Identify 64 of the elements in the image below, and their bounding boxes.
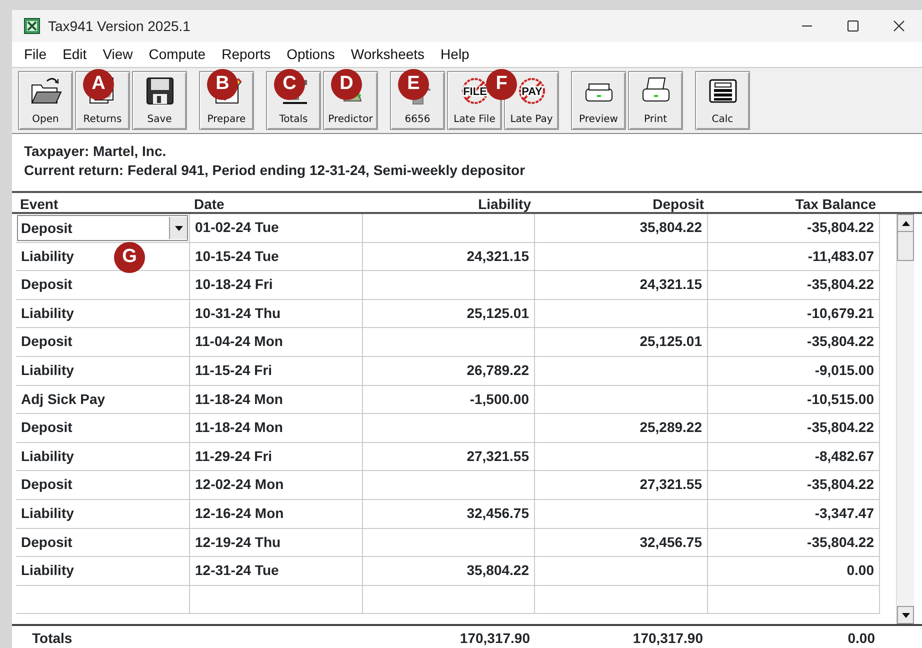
- total-value: 170,317.90: [458, 629, 531, 648]
- table-cell: Liability: [16, 300, 190, 328]
- column-header: Tax Balance: [794, 195, 877, 214]
- column-header: Event: [19, 195, 60, 214]
- table-cell: 11-29-24 Fri: [190, 442, 363, 472]
- table-cell: 11-04-24 Mon: [190, 328, 363, 357]
- current-return-label: Current return: Federal 941, Period ending 12-31-24, Semi-weekly depositor: [24, 161, 526, 180]
- table-cell: Liability: [16, 356, 190, 386]
- table-cell: 26,789.22: [363, 356, 535, 386]
- table-cell: 32,456.75: [535, 528, 708, 558]
- column-header: Date: [193, 195, 226, 214]
- taxpayer-label: Taxpayer: Martel, Inc.: [24, 142, 168, 161]
- table-cell: -11,483.07: [708, 242, 880, 272]
- table-cell: 11-18-24 Mon: [190, 414, 363, 443]
- table-cell: -35,804.22: [708, 528, 880, 558]
- table-cell: Deposit: [16, 328, 190, 357]
- table-cell: 01-02-24 Tue: [190, 214, 363, 243]
- table-cell: -35,804.22: [708, 271, 880, 300]
- table-cell: 24,321.15: [363, 242, 535, 272]
- table-cell: -35,804.22: [708, 328, 880, 357]
- column-header: Deposit: [652, 195, 705, 214]
- totals-label: Totals: [31, 629, 74, 648]
- table-cell: 32,456.75: [363, 500, 535, 529]
- table-cell: Adj Sick Pay: [16, 386, 190, 414]
- table-cell: -35,804.22: [708, 214, 880, 243]
- table-cell: 25,125.01: [535, 328, 708, 357]
- table-cell: 35,804.22: [363, 557, 535, 586]
- table-cell: 27,321.55: [363, 442, 535, 472]
- table-cell: 12-19-24 Thu: [190, 528, 363, 558]
- table-cell: 11-18-24 Mon: [190, 386, 363, 414]
- table-cell: Liability: [16, 442, 190, 472]
- table-cell: 10-15-24 Tue: [190, 242, 363, 272]
- table-cell: 35,804.22: [535, 214, 708, 243]
- table-cell: -10,515.00: [708, 386, 880, 414]
- total-value: 0.00: [846, 629, 876, 648]
- table-cell: Liability: [16, 500, 190, 529]
- table-cell: Deposit: [16, 271, 190, 300]
- table-cell: Deposit: [16, 528, 190, 558]
- table-cell: 10-31-24 Thu: [190, 300, 363, 328]
- window-title: Tax941 Version 2025.1: [48, 16, 190, 36]
- table-cell: -9,015.00: [708, 356, 880, 386]
- table-cell: 12-16-24 Mon: [190, 500, 363, 529]
- table-cell: Deposit: [16, 471, 190, 500]
- table-cell: 10-18-24 Fri: [190, 271, 363, 300]
- table-cell: -35,804.22: [708, 471, 880, 500]
- total-value: 170,317.90: [632, 629, 704, 648]
- table-cell: 27,321.55: [535, 471, 708, 500]
- table-cell: 24,321.15: [535, 271, 708, 300]
- column-header: Liability: [477, 195, 532, 214]
- table-cell: -10,679.21: [708, 300, 880, 328]
- table-cell: 12-31-24 Tue: [190, 557, 363, 586]
- table-cell: -3,347.47: [708, 500, 880, 529]
- table-cell: Liability G: [16, 242, 190, 272]
- table-cell: -8,482.67: [708, 442, 880, 472]
- table-cell: Liability: [16, 557, 190, 586]
- table-cell: 12-02-24 Mon: [190, 471, 363, 500]
- table-cell: -35,804.22: [708, 414, 880, 443]
- table-cell: Deposit: [16, 414, 190, 443]
- table-cell: 11-15-24 Fri: [190, 356, 363, 386]
- table-cell: 25,289.22: [535, 414, 708, 443]
- table-cell: 0.00: [708, 557, 880, 586]
- table-cell: 25,125.01: [363, 300, 535, 328]
- callout-tooltip: G: [114, 242, 145, 273]
- table-cell: -1,500.00: [363, 386, 535, 414]
